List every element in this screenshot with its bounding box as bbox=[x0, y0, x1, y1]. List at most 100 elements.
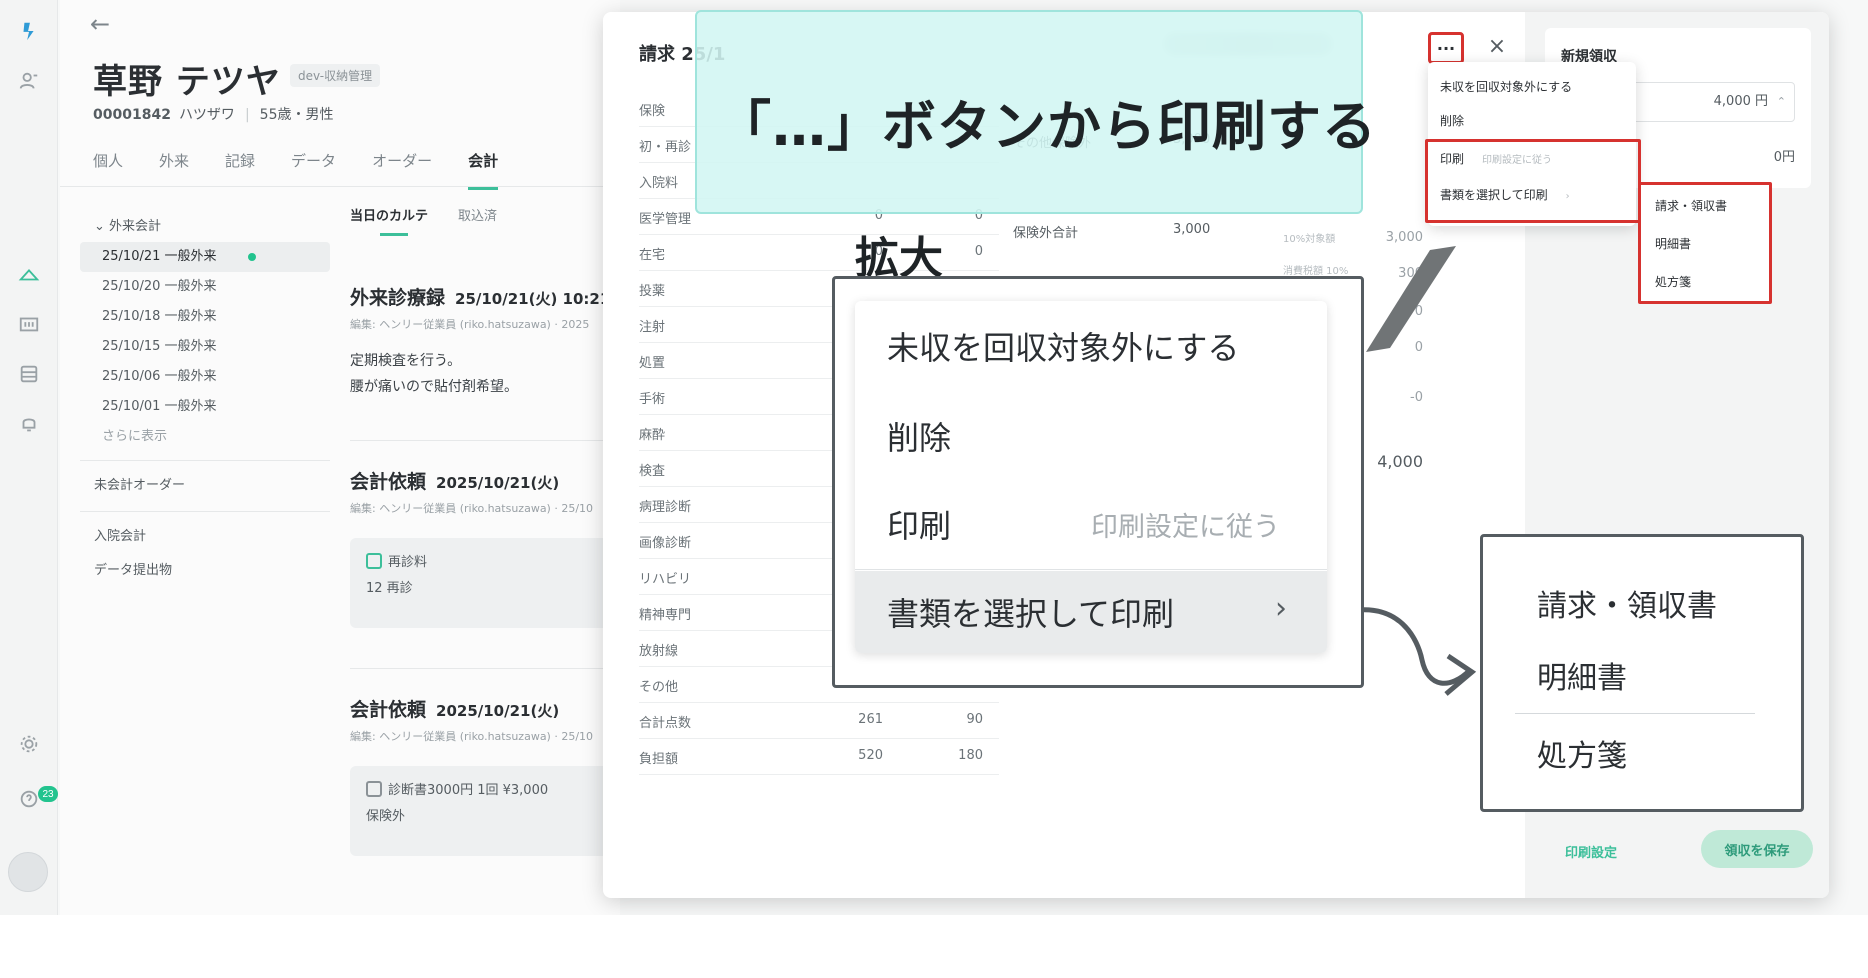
bill-row-label: 病理診断 bbox=[639, 500, 692, 515]
more-options-button[interactable]: ··· bbox=[1428, 32, 1464, 64]
tab-imported[interactable]: 取込済 bbox=[458, 205, 497, 245]
bill-row-divider bbox=[639, 270, 999, 271]
bill-row-divider bbox=[639, 738, 999, 739]
request-title: 会計依頼 2025/10/21(火) bbox=[350, 471, 560, 493]
submenu-item-prescription[interactable]: 処方箋 bbox=[1655, 273, 1691, 290]
bill-row-label: 在宅 bbox=[639, 248, 666, 263]
bill-row-label: 初・再診 bbox=[639, 140, 692, 155]
bill-row-label: 負担額 bbox=[639, 752, 679, 767]
bill-row-label: 手術 bbox=[639, 392, 666, 407]
request-meta: 編集: ヘンリー従業員 (riko.hatsuzawa) · 25/10 bbox=[350, 730, 594, 743]
zoom-submenu-statement[interactable]: 明細書 bbox=[1537, 653, 1627, 697]
home-icon[interactable] bbox=[10, 255, 48, 293]
bill-row-label: 精神専門 bbox=[639, 608, 692, 623]
record-title: 外来診療録 25/10/21(火) 10:21 bbox=[350, 287, 611, 309]
zoom-submenu-invoice[interactable]: 請求・領収書 bbox=[1537, 581, 1717, 625]
patient-name: 草野 テツヤ bbox=[93, 62, 281, 102]
inpatient-link[interactable]: 入院会計 bbox=[80, 520, 330, 554]
tab-orders[interactable]: オーダー bbox=[372, 150, 432, 190]
bill-row-label: 合計点数 bbox=[639, 716, 692, 731]
visit-item[interactable]: 25/10/15 一般外来 bbox=[80, 332, 330, 362]
zoom-menu-item-select-print[interactable]: 書類を選択して印刷 bbox=[887, 589, 1174, 635]
menu-item-delete[interactable]: 削除 bbox=[1440, 112, 1464, 129]
patients-icon[interactable] bbox=[10, 62, 48, 100]
menu-item-exclude[interactable]: 未収を回収対象外にする bbox=[1440, 78, 1572, 95]
tab-records[interactable]: 記録 bbox=[225, 150, 255, 190]
export-link[interactable]: データ提出物 bbox=[80, 554, 330, 588]
visit-item[interactable]: 25/10/21 一般外来 bbox=[80, 242, 330, 272]
accounting-group[interactable]: ⌄ 外来会計 bbox=[94, 215, 330, 234]
visit-item[interactable]: 25/10/01 一般外来 bbox=[80, 392, 330, 422]
instruction-banner: 「…」ボタンから印刷する bbox=[695, 10, 1376, 214]
instruction-text: 「…」ボタンから印刷する bbox=[717, 95, 1377, 158]
document-icon bbox=[366, 781, 382, 797]
stepper-icon: ⌃ bbox=[1776, 95, 1786, 108]
bill-row-label: 投薬 bbox=[639, 284, 666, 299]
tab-personal[interactable]: 個人 bbox=[93, 150, 123, 190]
back-arrow-icon[interactable]: ← bbox=[90, 10, 110, 38]
user-avatar[interactable] bbox=[8, 852, 48, 892]
bill-row-label: 画像診断 bbox=[639, 536, 692, 551]
submenu-item-statement[interactable]: 明細書 bbox=[1655, 235, 1691, 252]
zoomed-submenu: 請求・領収書 明細書 処方箋 bbox=[1480, 534, 1804, 812]
bill-row-divider bbox=[639, 702, 999, 703]
patient-info: 00001842 ハツザワ | 55歳・男性 bbox=[93, 107, 334, 123]
patient-tabs: 個人 外来 記録 データ オーダー 会計 bbox=[93, 150, 499, 190]
list-icon[interactable] bbox=[10, 355, 48, 393]
patient-id: 00001842 bbox=[93, 107, 171, 123]
bill-row-value-insured: 520 bbox=[858, 748, 883, 763]
visit-item[interactable]: 25/10/18 一般外来 bbox=[80, 302, 330, 332]
bell-icon[interactable] bbox=[10, 405, 48, 443]
tab-outpatient[interactable]: 外来 bbox=[159, 150, 189, 190]
bill-row-label: 麻酔 bbox=[639, 428, 666, 443]
bill-row-label: 注射 bbox=[639, 320, 666, 335]
chevron-right-icon: › bbox=[1275, 591, 1287, 626]
app-logo-icon[interactable] bbox=[10, 12, 48, 50]
submenu-item-invoice[interactable]: 請求・領収書 bbox=[1655, 197, 1727, 214]
help-icon[interactable]: 23 bbox=[10, 780, 58, 818]
bill-row-label: 入院料 bbox=[639, 176, 679, 191]
request-meta: 編集: ヘンリー従業員 (riko.hatsuzawa) · 25/10 bbox=[350, 502, 594, 515]
bill-row-label: 放射線 bbox=[639, 644, 679, 659]
zoomed-menu: 未収を回収対象外にする 削除 印刷 印刷設定に従う 書類を選択して印刷 › bbox=[855, 301, 1327, 653]
bill-row-value-other: 180 bbox=[958, 748, 983, 763]
close-icon[interactable]: × bbox=[1479, 28, 1515, 64]
bill-row-value-insured: 261 bbox=[858, 712, 883, 727]
right-value: 3,000 bbox=[1385, 230, 1423, 245]
pending-orders-link[interactable]: 未会計オーダー bbox=[80, 469, 330, 503]
calendar-icon[interactable] bbox=[10, 305, 48, 343]
bill-row-label: 処置 bbox=[639, 356, 666, 371]
accounting-sidebar: ⌄ 外来会計 25/10/21 一般外来 25/10/20 一般外来 25/10… bbox=[80, 205, 330, 588]
tab-accounting[interactable]: 会計 bbox=[468, 150, 499, 190]
patient-tag: dev-収納管理 bbox=[290, 64, 381, 87]
print-settings-link[interactable]: 印刷設定 bbox=[1565, 842, 1617, 861]
zoom-menu-item-delete[interactable]: 削除 bbox=[887, 413, 951, 459]
settings-gear-icon[interactable] bbox=[10, 725, 48, 763]
medical-fee-icon bbox=[366, 553, 382, 569]
patient-panel: ← 草野 テツヤ dev-収納管理 00001842 ハツザワ | 55歳・男性 個人… bbox=[60, 0, 650, 915]
bill-row-label: 保険 bbox=[639, 104, 666, 119]
show-more-link[interactable]: さらに表示 bbox=[80, 422, 330, 452]
bill-row-divider bbox=[639, 234, 999, 235]
save-receipt-button[interactable]: 領収を保存 bbox=[1701, 830, 1813, 868]
bill-row-label: その他 bbox=[639, 680, 679, 695]
left-rail: 23 bbox=[0, 0, 58, 915]
non-insurance-total-label: 保険外合計 bbox=[1013, 226, 1079, 241]
bill-row-divider bbox=[639, 774, 999, 775]
visit-item[interactable]: 25/10/06 一般外来 bbox=[80, 362, 330, 392]
zoom-submenu-prescription[interactable]: 処方箋 bbox=[1537, 731, 1627, 775]
zoom-menu-item-exclude[interactable]: 未収を回収対象外にする bbox=[887, 323, 1239, 369]
encounter-tabs: 当日のカルテ 取込済 bbox=[350, 205, 630, 245]
patient-age-sex: 55歳・男性 bbox=[259, 107, 334, 123]
request-title: 会計依頼 2025/10/21(火) bbox=[350, 699, 560, 721]
bill-row-value-other: 90 bbox=[966, 712, 983, 727]
bill-row-label: 検査 bbox=[639, 464, 666, 479]
zoom-menu-item-print[interactable]: 印刷 印刷設定に従う bbox=[887, 501, 1280, 547]
non-insurance-total-value: 3,000 bbox=[1173, 222, 1211, 237]
tab-data[interactable]: データ bbox=[291, 150, 336, 190]
print-highlight bbox=[1425, 139, 1641, 223]
visit-item[interactable]: 25/10/20 一般外来 bbox=[80, 272, 330, 302]
bill-row-label: リハビリ bbox=[639, 572, 692, 587]
tab-today-chart[interactable]: 当日のカルテ bbox=[350, 205, 428, 245]
print-submenu: 請求・領収書 明細書 処方箋 bbox=[1638, 182, 1772, 304]
